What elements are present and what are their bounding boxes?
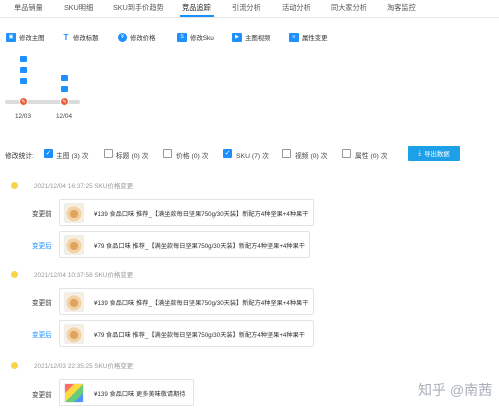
tab-sku-detail[interactable]: SKU明细	[64, 3, 93, 13]
checkbox-price[interactable]	[163, 149, 172, 158]
checkbox-sku[interactable]: ✓	[223, 149, 232, 158]
legend-label: 主图视频	[245, 35, 271, 42]
timeline-date: 12/04	[56, 113, 72, 120]
title-icon: T	[63, 32, 69, 42]
export-data-button[interactable]: ⤓ 导出数据	[408, 146, 460, 161]
sku-change-icon[interactable]	[20, 56, 27, 62]
product-info: ¥139 食品口味 推荐_【满坐款每日坚果750g/30天装】新配方4种坚果+4…	[94, 300, 309, 307]
legend-item-video: ▶ 主图视频	[232, 33, 271, 42]
sku-change-icon[interactable]	[61, 86, 68, 92]
product-thumbnail	[64, 292, 84, 312]
timeline-dot	[11, 182, 18, 189]
after-label[interactable]: 变更后	[32, 329, 52, 339]
checkbox-video[interactable]	[282, 149, 291, 158]
legend-item-image: ▣ 修改主图	[6, 33, 45, 42]
option-title: 标题 (0) 次	[116, 153, 149, 160]
timeline-date: 12/03	[15, 113, 31, 120]
timeline-dot	[11, 271, 18, 278]
option-price: 价格 (0) 次	[176, 153, 209, 160]
legend-item-title: T 修改标题	[62, 33, 99, 42]
sku-icon: S	[177, 33, 187, 42]
tab-affiliate-monitor[interactable]: 淘客监控	[387, 3, 416, 13]
product-info: ¥139 食品口味 更多美味敬请期待	[94, 391, 186, 398]
filter-label: 修改统计:	[5, 153, 35, 160]
legend-label: 修改主图	[19, 35, 45, 42]
checkbox-title[interactable]	[104, 149, 113, 158]
change-timestamp: 2021/12/04 16:37:25 SKU价格变更	[34, 183, 134, 190]
option-property: 属性 (0) 次	[355, 153, 388, 160]
sku-change-icon[interactable]	[20, 67, 27, 73]
legend-label: 修改Sku	[190, 35, 214, 42]
active-tab-indicator	[180, 15, 214, 17]
before-label: 变更前	[32, 300, 52, 307]
product-card[interactable]: ¥139 食品口味 更多美味敬请期待	[59, 379, 194, 406]
download-icon: ⤓	[418, 149, 422, 157]
checkbox-main-image[interactable]: ✓	[44, 149, 53, 158]
timeline-marker-icon[interactable]: ✎	[19, 97, 28, 106]
timeline-marker-icon[interactable]: ✎	[60, 97, 69, 106]
product-info: ¥79 食品口味 推荐_【满坐款每日坚果750g/30天装】新配方4种坚果+4种…	[94, 332, 305, 339]
timeline-dot	[11, 362, 18, 369]
legend-item-property: ≡ 属性变更	[289, 33, 328, 42]
image-icon: ▣	[6, 33, 16, 42]
product-card[interactable]: ¥79 食品口味 推荐_【满坐款每日坚果750g/30天装】新配方4种坚果+4种…	[59, 231, 310, 258]
change-timestamp: 2021/12/04 10:37:58 SKU价格变更	[34, 272, 134, 279]
option-sku: SKU (7) 次	[236, 153, 269, 160]
sku-change-icon[interactable]	[20, 78, 27, 84]
before-label: 变更前	[32, 211, 52, 218]
legend-label: 修改标题	[73, 35, 99, 42]
after-label[interactable]: 变更后	[32, 240, 52, 250]
tab-competitor-tracking[interactable]: 竞品追踪	[182, 3, 211, 13]
tab-single-sales[interactable]: 单品销量	[14, 3, 43, 13]
change-type-legend: ▣ 修改主图 T 修改标题 ¥ 修改价格 S 修改Sku ▶ 主图视频 ≡ 属性…	[0, 33, 499, 47]
legend-label: 修改价格	[130, 35, 156, 42]
option-main-image: 主图 (3) 次	[56, 153, 89, 160]
legend-item-sku: S 修改Sku	[177, 33, 214, 42]
option-video: 视频 (0) 次	[295, 153, 328, 160]
product-info: ¥79 食品口味 推荐_【满坐款每日坚果750g/30天装】新配方4种坚果+4种…	[94, 243, 305, 250]
tab-peer-analysis[interactable]: 同大家分析	[331, 3, 367, 13]
legend-item-price: ¥ 修改价格	[118, 33, 156, 42]
export-data-label: 导出数据	[424, 151, 450, 158]
product-thumbnail	[64, 324, 84, 344]
video-icon: ▶	[232, 33, 242, 42]
product-card[interactable]: ¥139 食品口味 推荐_【满坐款每日坚果750g/30天装】新配方4种坚果+4…	[59, 199, 314, 226]
product-thumbnail	[64, 383, 84, 403]
property-icon: ≡	[289, 33, 299, 42]
tab-activity-analysis[interactable]: 活动分析	[282, 3, 311, 13]
sku-change-icon[interactable]	[61, 75, 68, 81]
legend-label: 属性变更	[302, 35, 328, 42]
before-label: 变更前	[32, 392, 52, 399]
tab-bar: 单品销量 SKU明细 SKU到手价趋势 竞品追踪 引流分析 活动分析 同大家分析…	[0, 0, 499, 18]
product-thumbnail	[64, 235, 84, 255]
watermark: 知乎 @南茜	[418, 382, 493, 398]
tab-sku-price-trend[interactable]: SKU到手价趋势	[113, 3, 164, 13]
product-thumbnail	[64, 203, 84, 223]
product-card[interactable]: ¥79 食品口味 推荐_【满坐款每日坚果750g/30天装】新配方4种坚果+4种…	[59, 320, 314, 347]
price-icon: ¥	[118, 33, 127, 42]
product-info: ¥139 食品口味 推荐_【满坐款每日坚果750g/30天装】新配方4种坚果+4…	[94, 211, 309, 218]
product-card[interactable]: ¥139 食品口味 推荐_【满坐款每日坚果750g/30天装】新配方4种坚果+4…	[59, 288, 314, 315]
tab-traffic-analysis[interactable]: 引流分析	[232, 3, 261, 13]
checkbox-property[interactable]	[342, 149, 351, 158]
change-timestamp: 2021/12/03 22:35:25 SKU价格变更	[34, 363, 134, 370]
